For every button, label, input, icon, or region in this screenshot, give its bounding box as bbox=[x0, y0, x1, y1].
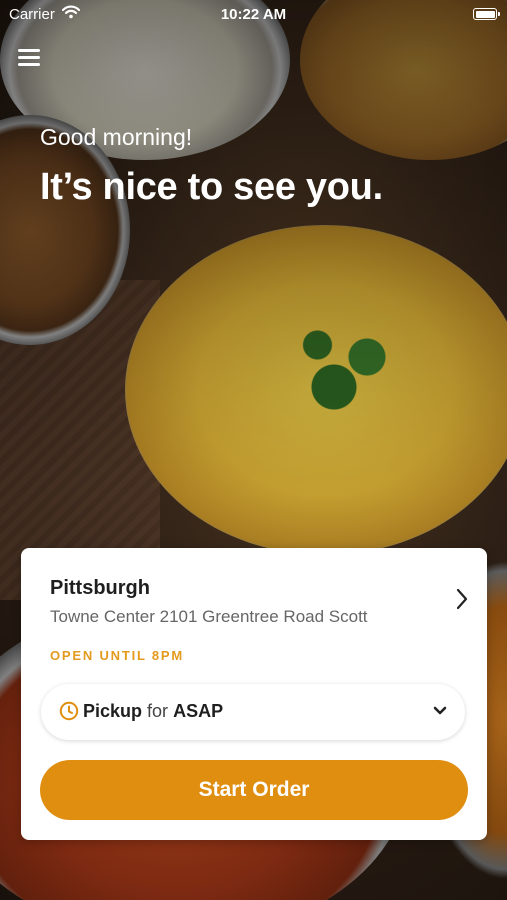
clock-icon bbox=[59, 701, 79, 721]
order-mode-label: Pickup bbox=[83, 701, 143, 721]
battery-icon bbox=[473, 8, 500, 20]
status-bar: Carrier 10:22 AM bbox=[0, 0, 507, 30]
chevron-down-icon bbox=[433, 706, 447, 715]
greeting-text: Good morning! bbox=[40, 124, 193, 150]
menu-icon[interactable] bbox=[18, 46, 42, 68]
order-time-label: ASAP bbox=[173, 701, 224, 721]
order-mode-selector[interactable]: Pickup for ASAP bbox=[41, 684, 465, 740]
location-selector[interactable]: Pittsburgh Towne Center 2101 Greentree R… bbox=[21, 548, 487, 648]
order-mode-connector: for bbox=[147, 701, 169, 721]
start-order-button[interactable]: Start Order bbox=[40, 760, 468, 820]
location-card: Pittsburgh Towne Center 2101 Greentree R… bbox=[21, 548, 487, 840]
order-mode-text: Pickup for ASAP bbox=[83, 701, 223, 722]
hours-label: OPEN UNTIL 8PM bbox=[50, 648, 185, 663]
location-name: Pittsburgh bbox=[50, 577, 150, 599]
chevron-right-icon bbox=[456, 588, 468, 610]
app-screen: Carrier 10:22 AM Good morning! It’s nice… bbox=[0, 0, 507, 900]
welcome-headline: It’s nice to see you. bbox=[40, 166, 383, 208]
location-address: Towne Center 2101 Greentree Road Scott bbox=[50, 607, 368, 626]
clock-time: 10:22 AM bbox=[220, 6, 287, 23]
